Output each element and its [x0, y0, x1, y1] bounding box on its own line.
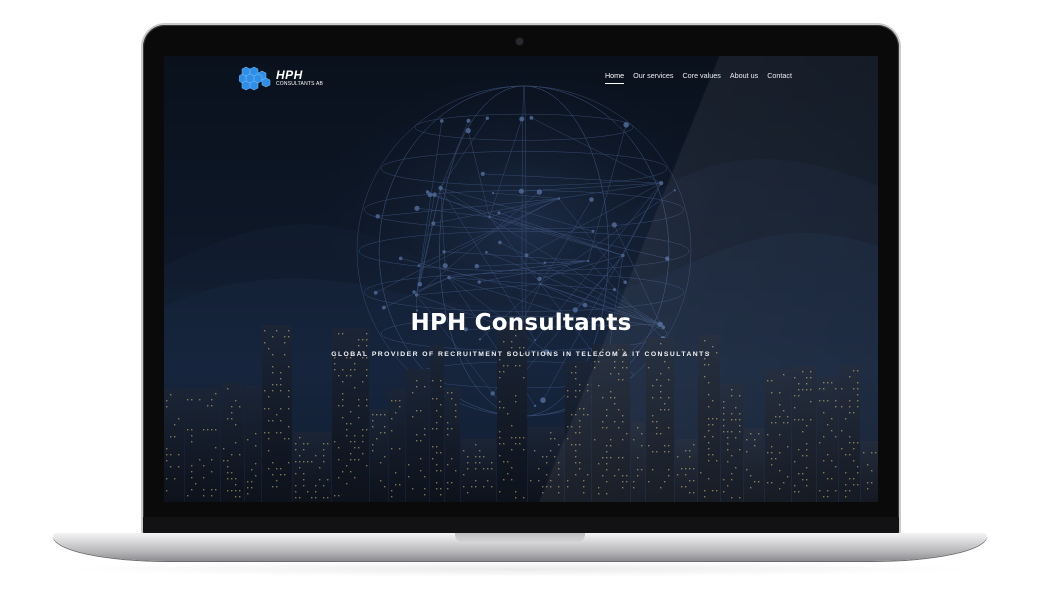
site-logo[interactable]: HPH CONSULTANTS AB	[239, 64, 323, 92]
laptop-lid: HPH CONSULTANTS AB Home Our services Cor…	[143, 25, 899, 535]
network-globe-background	[164, 76, 878, 502]
laptop-shadow	[60, 561, 980, 577]
hero-subtitle: GLOBAL PROVIDER OF RECRUITMENT SOLUTIONS…	[331, 351, 711, 358]
laptop-opening-notch	[455, 533, 585, 543]
nav-item-our-services[interactable]: Our services	[633, 71, 673, 84]
hexagon-cluster-icon	[239, 66, 271, 91]
nav-item-about-us[interactable]: About us	[730, 71, 758, 84]
logo-subtitle: CONSULTANTS AB	[276, 81, 324, 87]
logo-name: HPH	[276, 68, 303, 82]
main-navigation: Home Our services Core values About us C…	[604, 71, 792, 84]
webcam	[516, 38, 523, 45]
nav-item-contact[interactable]: Contact	[767, 71, 792, 84]
nav-item-home[interactable]: Home	[604, 71, 625, 84]
website-screen: HPH CONSULTANTS AB Home Our services Cor…	[164, 56, 878, 502]
logo-text: HPH CONSULTANTS AB	[276, 69, 323, 87]
hero-title: HPH Consultants	[410, 310, 632, 336]
laptop-base	[53, 533, 987, 561]
nav-item-core-values[interactable]: Core values	[682, 71, 720, 84]
laptop-mockup: HPH CONSULTANTS AB Home Our services Cor…	[0, 0, 1040, 615]
